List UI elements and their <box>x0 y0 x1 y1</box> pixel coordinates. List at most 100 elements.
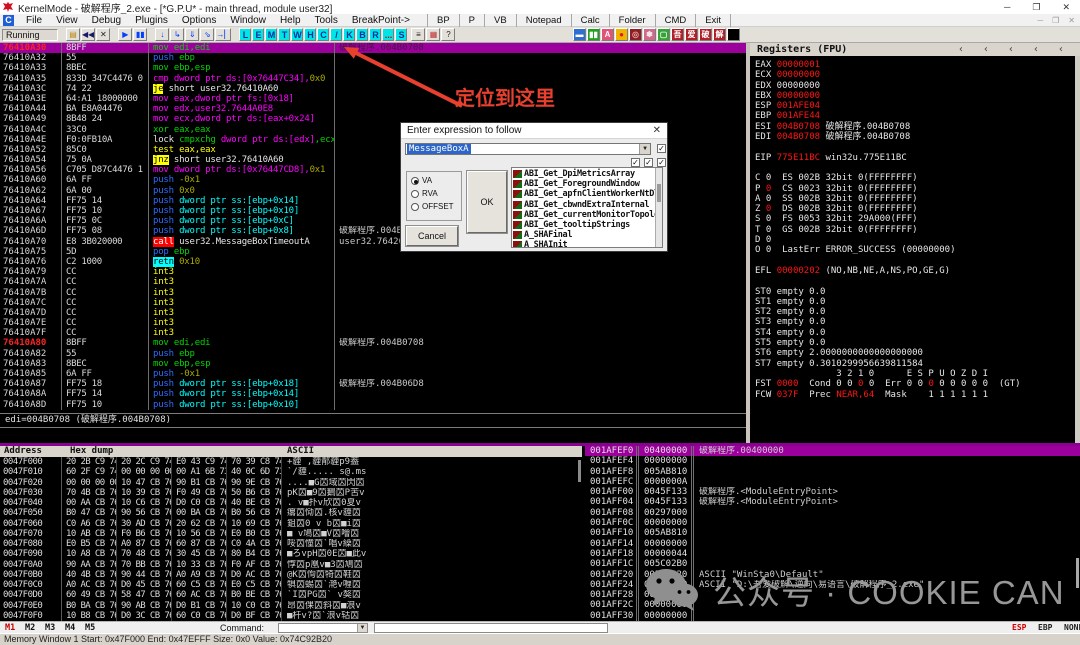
hex-dump-scrollbar[interactable] <box>578 460 581 482</box>
disasm-row[interactable]: 76410A7F CC int3 <box>0 328 746 339</box>
stack-row[interactable]: 001AFEF4 00000000 <box>585 456 1080 467</box>
register-row[interactable]: O 0 LastErr ERROR_SUCCESS (00000000) <box>755 245 1080 255</box>
run-icon[interactable]: ▶ <box>118 28 133 41</box>
menu-item-debug[interactable]: Debug <box>85 14 128 27</box>
symbol-list-item[interactable]: ABI_Get_DpiMetricsArray <box>512 169 662 179</box>
register-row[interactable]: ECX 00000000 <box>755 70 1080 80</box>
hexdump-row[interactable]: 0047F0C0 A0 AC CB 76 D0 45 CB 76 60 C5 CB 7… <box>0 580 582 591</box>
stack-row[interactable]: 001AFF10 005AB810 <box>585 528 1080 539</box>
disasm-row[interactable]: 76410A79 CC int3 <box>0 267 746 278</box>
view-button-h[interactable]: H <box>304 28 317 41</box>
register-row[interactable]: P 0 CS 0023 32bit 0(FFFFFFFF) <box>755 184 1080 194</box>
register-row[interactable]: EIP 775E11BC win32u.775E11BC <box>755 153 1080 163</box>
view-button-t[interactable]: T <box>278 28 291 41</box>
option-checkbox[interactable]: ✓ <box>631 158 640 167</box>
close-debuggee-icon[interactable]: ✕ <box>96 28 111 41</box>
disasm-row[interactable]: 76410A7D CC int3 <box>0 307 746 319</box>
disasm-row[interactable]: 76410A85 6A FF push -0x1 <box>0 369 746 380</box>
command-input[interactable]: ▼ <box>278 623 368 633</box>
register-row[interactable] <box>755 163 1080 173</box>
pause-icon[interactable]: ▮▮ <box>133 28 148 41</box>
trace-into-icon[interactable]: ⇓ <box>185 28 200 41</box>
memory-tab-m3[interactable]: M3 <box>45 623 55 633</box>
option-checkbox[interactable]: ✓ <box>657 158 666 167</box>
register-row[interactable]: 3 2 1 0 E S P U O Z D I <box>755 369 1080 379</box>
register-row[interactable]: ST0 empty 0.0 <box>755 287 1080 297</box>
expression-checkbox[interactable]: ✓ <box>657 144 666 153</box>
collapse-icon[interactable]: ‹ <box>1008 43 1014 56</box>
hexdump-row[interactable]: 0047F010 60 2F C9 74 00 00 00 00 00 A1 6B 7… <box>0 467 582 478</box>
stack-row[interactable]: 001AFF14 00000000 <box>585 538 1080 549</box>
register-row[interactable]: ST1 empty 0.0 <box>755 297 1080 307</box>
register-row[interactable]: ST6 empty 2.0000000000000000000 <box>755 348 1080 358</box>
hexdump-row[interactable]: 0047F040 00 AA CB 76 10 C6 CB 76 D0 C0 CB 7… <box>0 498 582 509</box>
stack-scrollbar[interactable] <box>1076 558 1079 588</box>
screen-plugin-icon[interactable]: ▢ <box>657 28 670 41</box>
register-row[interactable]: ESP 001AFE04 <box>755 101 1080 111</box>
register-row[interactable]: EBX 00000000 <box>755 91 1080 101</box>
dialog-close-icon[interactable]: ✕ <box>653 125 661 136</box>
memory-tab-m2[interactable]: M2 <box>25 623 35 633</box>
wu-plugin-icon[interactable]: 吾 <box>671 28 684 41</box>
target-plugin-icon[interactable]: ◎ <box>629 28 642 41</box>
menu-item-options[interactable]: Options <box>175 14 223 27</box>
register-row[interactable]: ST3 empty 0.0 <box>755 317 1080 327</box>
jie-plugin-icon[interactable]: 解 <box>713 28 726 41</box>
view-button-c[interactable]: C <box>317 28 330 41</box>
hexdump-row[interactable]: 0047F0D0 60 49 CB 76 58 47 CB 76 60 AC CB 7… <box>0 590 582 601</box>
stack-row[interactable]: 001AFEFC 0000000A <box>585 476 1080 488</box>
collapse-icon[interactable]: ‹ <box>1033 43 1039 56</box>
register-row[interactable]: EDI 004B0708 破解程序.004B0708 <box>755 132 1080 142</box>
symbol-list-item[interactable]: A_SHAFinal <box>512 230 662 240</box>
symbol-list-item[interactable]: ABI_Get_currentMonitorTopologyId <box>512 210 662 220</box>
indicator-ebp[interactable]: EBP <box>1038 623 1052 632</box>
symbol-list-item[interactable]: ABI_Get_apfnClientWorkerNtDll <box>512 189 662 199</box>
black-plugin-icon[interactable] <box>727 28 740 41</box>
mdi-restore-icon[interactable]: ❐ <box>1052 16 1059 25</box>
ai-plugin-icon[interactable]: 爱 <box>685 28 698 41</box>
register-row[interactable]: FST 0000 Cond 0 0 0 0 Err 0 0 0 0 0 0 0 … <box>755 379 1080 389</box>
view-button-e[interactable]: E <box>252 28 265 41</box>
hexdump-row[interactable]: 0047F050 B0 47 CB 76 90 56 CB 76 00 BA CB 7… <box>0 508 582 519</box>
collapse-icon[interactable]: ‹ <box>983 43 989 56</box>
letter-a-plugin-icon[interactable]: A <box>601 28 614 41</box>
command-result-field[interactable] <box>374 623 608 633</box>
hexdump-row[interactable]: 0047F020 00 00 00 00 10 47 CB 76 90 B1 CB 7… <box>0 477 582 488</box>
menu-button-calc[interactable]: Calc <box>570 13 609 27</box>
menu-item-view[interactable]: View <box>49 14 85 27</box>
indicator-esp[interactable]: ESP <box>1012 623 1026 632</box>
register-row[interactable]: ST2 empty 0.0 <box>755 307 1080 317</box>
memory-tab-m1[interactable]: M1 <box>5 623 15 633</box>
disasm-row[interactable]: 76410A8A FF75 14 push dword ptr ss:[ebp+0x… <box>0 389 746 400</box>
symbol-list-item[interactable]: ABI_Get_cbwndExtraInternal <box>512 200 662 210</box>
stack-row[interactable]: 001AFEF8 005AB810 <box>585 466 1080 477</box>
register-row[interactable]: FCW 037F Prec NEAR,64 Mask 1 1 1 1 1 1 <box>755 390 1080 400</box>
menu-item-help[interactable]: Help <box>273 14 308 27</box>
register-row[interactable]: S 0 FS 0053 32bit 29A000(FFF) <box>755 214 1080 224</box>
expression-input[interactable]: MessageBoxA ▼ <box>405 143 651 155</box>
maximize-icon[interactable]: ❐ <box>1032 0 1040 14</box>
register-row[interactable]: EDX 00000000 <box>755 81 1080 91</box>
disasm-row[interactable]: 76410A83 8BEC mov ebp,esp <box>0 358 746 369</box>
register-row[interactable]: ST7 empty 0.3010299956639811584 <box>755 359 1080 369</box>
disasm-row[interactable]: 76410A7A CC int3 <box>0 277 746 288</box>
stack-row[interactable]: 001AFF0C 00000000 <box>585 518 1080 529</box>
symbol-list-item[interactable]: ABI_Get_ForegroundWindow <box>512 179 662 189</box>
register-row[interactable]: A 0 SS 002B 32bit 0(FFFFFFFF) <box>755 194 1080 204</box>
hexdump-row[interactable]: 0047F0E0 B0 BA CB 76 90 AB CB 76 D0 B1 CB 7… <box>0 600 582 611</box>
po-plugin-icon[interactable]: 破 <box>699 28 712 41</box>
register-row[interactable] <box>755 256 1080 266</box>
stack-row[interactable]: 001AFF04 0045F133 破解程序.<ModuleEntryPoint> <box>585 497 1080 508</box>
disasm-row[interactable]: 76410A76 C2 1000 retn 0x10 <box>0 256 746 268</box>
menu-button-notepad[interactable]: Notepad <box>515 13 571 27</box>
cancel-button[interactable]: Cancel <box>405 225 459 247</box>
menu-item-plugins[interactable]: Plugins <box>128 14 175 27</box>
register-row[interactable]: EAX 00000001 <box>755 60 1080 70</box>
run-to-return-icon[interactable]: →▏ <box>215 28 232 41</box>
register-row[interactable]: ST5 empty 0.0 <box>755 338 1080 348</box>
register-row[interactable]: C 0 ES 002B 32bit 0(FFFFFFFF) <box>755 173 1080 183</box>
register-row[interactable]: Z 0 DS 002B 32bit 0(FFFFFFFF) <box>755 204 1080 214</box>
record-plugin-icon[interactable]: ● <box>615 28 628 41</box>
disasm-row[interactable]: 76410A87 FF75 18 push dword ptr ss:[ebp+0x… <box>0 379 746 390</box>
cpu-window-icon[interactable]: C <box>3 14 14 26</box>
